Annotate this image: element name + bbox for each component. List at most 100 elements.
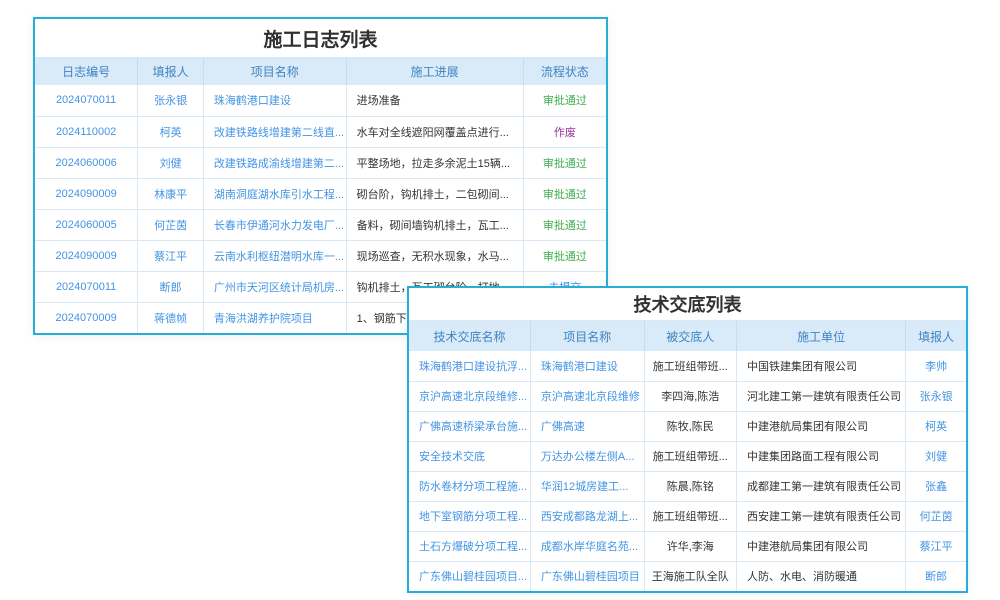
- reporter-cell[interactable]: 张永银: [138, 85, 204, 116]
- progress-cell: 砌台阶，钩机排土，二包砌间...: [346, 178, 523, 209]
- construction-unit-cell: 中国铁建集团有限公司: [737, 351, 906, 381]
- project-name-cell[interactable]: 湖南洞庭湖水库引水工程...: [203, 178, 346, 209]
- disclosure-name-cell[interactable]: 防水卷材分项工程施...: [409, 471, 530, 501]
- table-row: 2024070011张永银珠海鹤港口建设进场准备审批通过: [35, 85, 606, 116]
- reporter-cell[interactable]: 蔡江平: [138, 240, 204, 271]
- status-badge: 审批通过: [523, 240, 606, 271]
- project-name-cell[interactable]: 珠海鹤港口建设: [203, 85, 346, 116]
- status-badge: 审批通过: [523, 178, 606, 209]
- log-id-cell[interactable]: 2024070011: [35, 271, 138, 302]
- receiver-cell: 王海施工队全队: [644, 561, 736, 591]
- construction-unit-cell: 中建港航局集团有限公司: [737, 531, 906, 561]
- disclosure-name-cell[interactable]: 广东佛山碧桂园项目...: [409, 561, 530, 591]
- column-header: 填报人: [138, 58, 204, 85]
- reporter-cell[interactable]: 蔡江平: [906, 531, 966, 561]
- table-row: 京沪高速北京段维修...京沪高速北京段维修李四海,陈浩河北建工第一建筑有限责任公…: [409, 381, 966, 411]
- table-row: 2024060005何芷茵长春市伊通河水力发电厂...备料，砌间墙钩机排土，瓦工…: [35, 209, 606, 240]
- project-name-cell[interactable]: 广佛高速: [530, 411, 644, 441]
- status-badge: 审批通过: [523, 209, 606, 240]
- progress-cell: 现场巡查，无积水现象，水马...: [346, 240, 523, 271]
- project-name-cell[interactable]: 广东佛山碧桂园项目: [530, 561, 644, 591]
- tech-disclosure-title: 技术交底列表: [409, 288, 966, 321]
- column-header: 填报人: [906, 321, 966, 351]
- disclosure-name-cell[interactable]: 京沪高速北京段维修...: [409, 381, 530, 411]
- table-row: 广东佛山碧桂园项目...广东佛山碧桂园项目王海施工队全队人防、水电、消防暖通断郎: [409, 561, 966, 591]
- column-header: 项目名称: [203, 58, 346, 85]
- project-name-cell[interactable]: 珠海鹤港口建设: [530, 351, 644, 381]
- project-name-cell[interactable]: 西安成都路龙湖上...: [530, 501, 644, 531]
- status-badge: 作废: [523, 116, 606, 147]
- log-id-cell[interactable]: 2024060005: [35, 209, 138, 240]
- reporter-cell[interactable]: 张永银: [906, 381, 966, 411]
- disclosure-name-cell[interactable]: 安全技术交底: [409, 441, 530, 471]
- project-name-cell[interactable]: 长春市伊通河水力发电厂...: [203, 209, 346, 240]
- project-name-cell[interactable]: 万达办公楼左侧A...: [530, 441, 644, 471]
- project-name-cell[interactable]: 广州市天河区统计局机房...: [203, 271, 346, 302]
- tech-disclosure-table-body: 珠海鹤港口建设抗浮...珠海鹤港口建设施工班组带班...中国铁建集团有限公司李帅…: [409, 351, 966, 591]
- receiver-cell: 施工班组带班...: [644, 501, 736, 531]
- status-badge: 审批通过: [523, 85, 606, 116]
- tech-disclosure-table: 技术交底名称项目名称被交底人施工单位填报人 珠海鹤港口建设抗浮...珠海鹤港口建…: [409, 321, 966, 591]
- reporter-cell[interactable]: 林康平: [138, 178, 204, 209]
- header-row: 技术交底名称项目名称被交底人施工单位填报人: [409, 321, 966, 351]
- table-row: 防水卷材分项工程施...华润12城房建工...陈晨,陈铭成都建工第一建筑有限责任…: [409, 471, 966, 501]
- log-id-cell[interactable]: 2024090009: [35, 178, 138, 209]
- progress-cell: 备料，砌间墙钩机排土，瓦工...: [346, 209, 523, 240]
- column-header: 施工单位: [737, 321, 906, 351]
- table-row: 广佛高速桥梁承台施...广佛高速陈牧,陈民中建港航局集团有限公司柯英: [409, 411, 966, 441]
- receiver-cell: 施工班组带班...: [644, 351, 736, 381]
- status-badge: 审批通过: [523, 147, 606, 178]
- column-header: 被交底人: [644, 321, 736, 351]
- progress-cell: 进场准备: [346, 85, 523, 116]
- reporter-cell[interactable]: 何芷茵: [138, 209, 204, 240]
- project-name-cell[interactable]: 改建铁路成渝线增建第二...: [203, 147, 346, 178]
- reporter-cell[interactable]: 断郎: [906, 561, 966, 591]
- reporter-cell[interactable]: 何芷茵: [906, 501, 966, 531]
- project-name-cell[interactable]: 青海洪湖养护院项目: [203, 302, 346, 333]
- progress-cell: 水车对全线遮阳网覆盖点进行...: [346, 116, 523, 147]
- column-header: 施工进展: [346, 58, 523, 85]
- log-id-cell[interactable]: 2024090009: [35, 240, 138, 271]
- column-header: 日志编号: [35, 58, 138, 85]
- log-id-cell[interactable]: 2024070011: [35, 85, 138, 116]
- tech-disclosure-table-header: 技术交底名称项目名称被交底人施工单位填报人: [409, 321, 966, 351]
- table-row: 土石方爆破分项工程...成都水岸华庭名苑...许华,李海中建港航局集团有限公司蔡…: [409, 531, 966, 561]
- disclosure-name-cell[interactable]: 土石方爆破分项工程...: [409, 531, 530, 561]
- project-name-cell[interactable]: 云南水利枢纽潜明水库一...: [203, 240, 346, 271]
- project-name-cell[interactable]: 成都水岸华庭名苑...: [530, 531, 644, 561]
- progress-cell: 平整场地，拉走多余泥土15辆...: [346, 147, 523, 178]
- table-row: 2024060006刘健改建铁路成渝线增建第二...平整场地，拉走多余泥土15辆…: [35, 147, 606, 178]
- table-row: 地下室钢筋分项工程...西安成都路龙湖上...施工班组带班...西安建工第一建筑…: [409, 501, 966, 531]
- reporter-cell[interactable]: 刘健: [906, 441, 966, 471]
- disclosure-name-cell[interactable]: 地下室钢筋分项工程...: [409, 501, 530, 531]
- construction-unit-cell: 成都建工第一建筑有限责任公司: [737, 471, 906, 501]
- table-row: 2024090009蔡江平云南水利枢纽潜明水库一...现场巡查，无积水现象，水马…: [35, 240, 606, 271]
- project-name-cell[interactable]: 华润12城房建工...: [530, 471, 644, 501]
- project-name-cell[interactable]: 京沪高速北京段维修: [530, 381, 644, 411]
- log-id-cell[interactable]: 2024110002: [35, 116, 138, 147]
- log-id-cell[interactable]: 2024070009: [35, 302, 138, 333]
- header-row: 日志编号填报人项目名称施工进展流程状态: [35, 58, 606, 85]
- receiver-cell: 李四海,陈浩: [644, 381, 736, 411]
- table-row: 2024090009林康平湖南洞庭湖水库引水工程...砌台阶，钩机排土，二包砌间…: [35, 178, 606, 209]
- reporter-cell[interactable]: 断郎: [138, 271, 204, 302]
- reporter-cell[interactable]: 柯英: [906, 411, 966, 441]
- column-header: 技术交底名称: [409, 321, 530, 351]
- table-row: 安全技术交底万达办公楼左侧A...施工班组带班...中建集团路面工程有限公司刘健: [409, 441, 966, 471]
- receiver-cell: 施工班组带班...: [644, 441, 736, 471]
- construction-unit-cell: 人防、水电、消防暖通: [737, 561, 906, 591]
- reporter-cell[interactable]: 蒋德帧: [138, 302, 204, 333]
- log-id-cell[interactable]: 2024060006: [35, 147, 138, 178]
- disclosure-name-cell[interactable]: 广佛高速桥梁承台施...: [409, 411, 530, 441]
- construction-unit-cell: 西安建工第一建筑有限责任公司: [737, 501, 906, 531]
- table-row: 珠海鹤港口建设抗浮...珠海鹤港口建设施工班组带班...中国铁建集团有限公司李帅: [409, 351, 966, 381]
- receiver-cell: 许华,李海: [644, 531, 736, 561]
- construction-log-table-header: 日志编号填报人项目名称施工进展流程状态: [35, 58, 606, 85]
- reporter-cell[interactable]: 李帅: [906, 351, 966, 381]
- disclosure-name-cell[interactable]: 珠海鹤港口建设抗浮...: [409, 351, 530, 381]
- reporter-cell[interactable]: 张鑫: [906, 471, 966, 501]
- reporter-cell[interactable]: 柯英: [138, 116, 204, 147]
- reporter-cell[interactable]: 刘健: [138, 147, 204, 178]
- receiver-cell: 陈牧,陈民: [644, 411, 736, 441]
- project-name-cell[interactable]: 改建铁路线增建第二线直...: [203, 116, 346, 147]
